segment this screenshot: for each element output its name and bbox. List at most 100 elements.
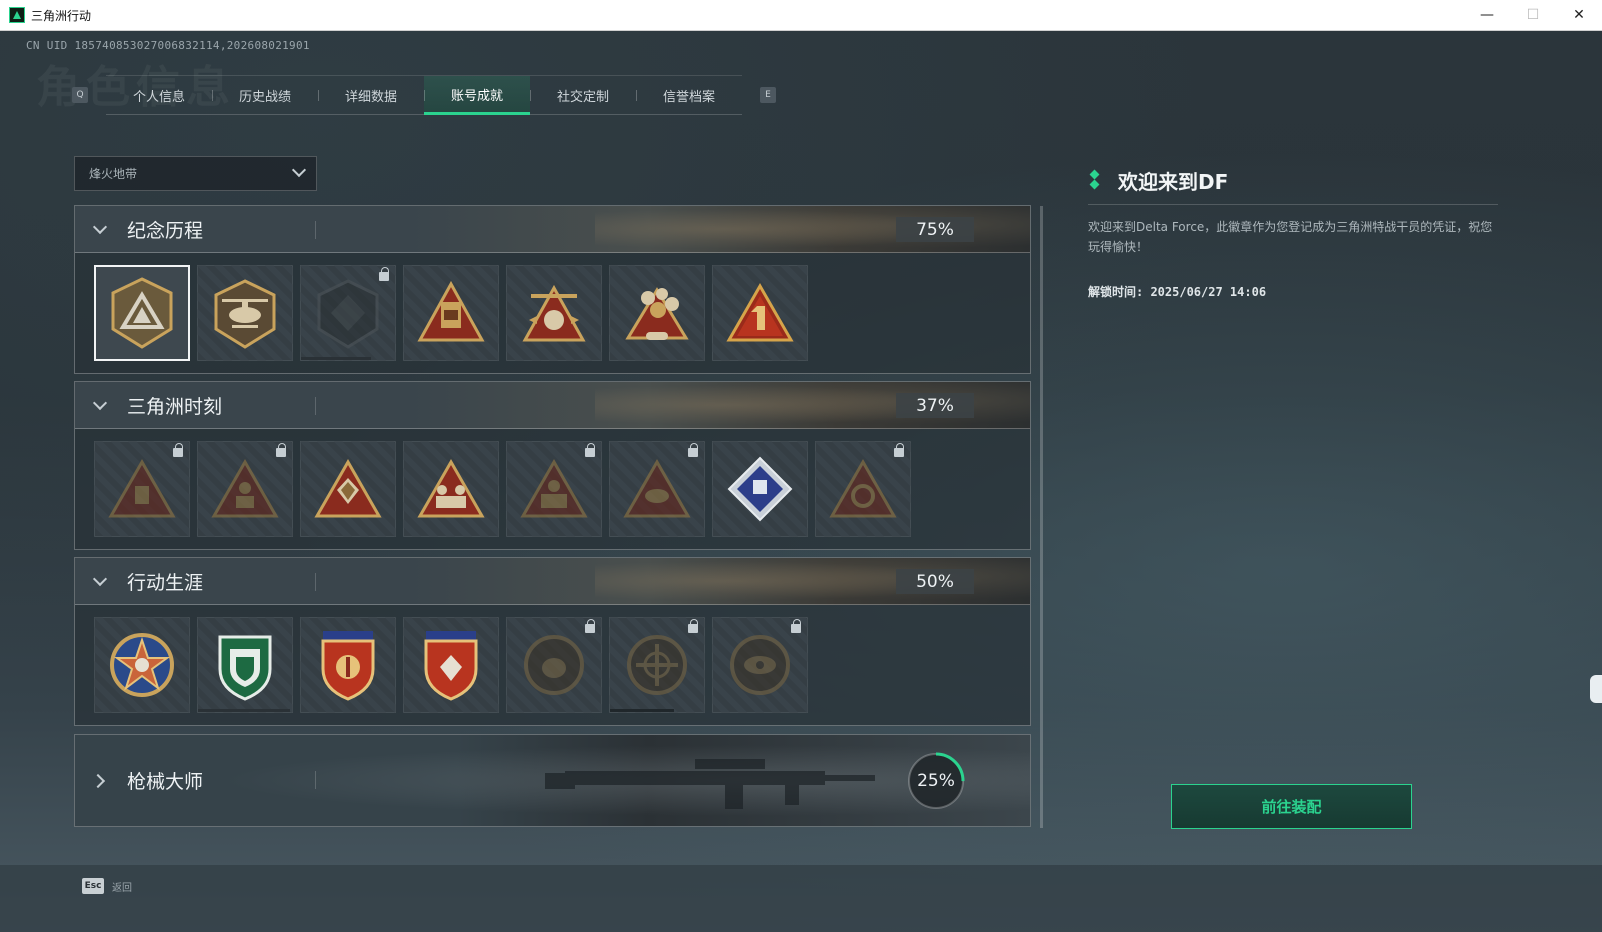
badge-crosshair-medal[interactable] [609, 617, 705, 713]
collapse-toggle[interactable] [75, 206, 125, 252]
badge-squad[interactable] [403, 441, 499, 537]
category-title: 枪械大师 [127, 771, 204, 793]
badge-s5[interactable] [506, 265, 602, 361]
soldier-triangle-badge-icon [211, 458, 279, 518]
category-progress: 25% [917, 771, 955, 791]
crystal-triangle-badge-icon [314, 458, 382, 518]
category-progress: 37% [896, 393, 974, 418]
tab-personal-info[interactable]: 个人信息 [106, 76, 212, 114]
minimize-button[interactable]: — [1464, 0, 1510, 31]
window-titlebar: 三角洲行动 — ☐ ✕ [0, 0, 1602, 31]
progress-bar [198, 709, 290, 712]
maximize-button[interactable]: ☐ [1510, 0, 1556, 31]
mode-select[interactable]: 烽火地带 [74, 156, 317, 191]
category-header[interactable]: 三角洲时刻 37% [75, 382, 1030, 429]
chevron-down-icon [92, 571, 108, 586]
badge-fish[interactable] [609, 441, 705, 537]
category-progress: 75% [896, 217, 974, 242]
badge-crystal[interactable] [300, 441, 396, 537]
uid-label: CN UID 1857408530270068321​14,2026080219… [26, 39, 310, 52]
badge-number-one[interactable] [712, 265, 808, 361]
badge-dark-emblem[interactable] [300, 265, 396, 361]
collapse-toggle[interactable] [75, 382, 125, 428]
expand-toggle[interactable] [75, 757, 125, 804]
badge-detail-description: 欢迎来到Delta Force，此徽章作为您登记成为三角洲特战干员的凭证，祝您玩… [1088, 220, 1493, 254]
badge-medic[interactable] [506, 441, 602, 537]
window-title: 三角洲行动 [31, 8, 92, 23]
lock-icon [379, 267, 389, 281]
divider [1088, 204, 1498, 205]
next-tab-key-hint[interactable]: E [760, 87, 776, 103]
category-delta-moments: 三角洲时刻 37% [74, 381, 1031, 550]
category-header[interactable]: 行动生涯 50% [75, 558, 1030, 605]
badge-snake[interactable] [815, 441, 911, 537]
star-medal-badge-icon [110, 633, 174, 697]
diamond-marker-icon [1088, 169, 1102, 191]
chevron-down-icon [92, 395, 108, 410]
helicopter-badge-icon [214, 279, 276, 349]
fish-triangle-badge-icon [623, 458, 691, 518]
badge-blue-diamond[interactable] [712, 441, 808, 537]
go-equip-button[interactable]: 前往装配 [1171, 784, 1412, 829]
back-hint[interactable]: Esc 返回 [82, 878, 132, 894]
back-label: 返回 [112, 882, 132, 894]
app-logo-icon [9, 7, 25, 23]
chevron-right-icon [90, 773, 106, 788]
red-shield-badge-icon [321, 631, 375, 701]
badge-star-medal[interactable] [94, 617, 190, 713]
badge-delta-logo[interactable] [94, 265, 190, 361]
tab-achievements[interactable]: 账号成就 [424, 76, 530, 115]
badge-soldier[interactable] [197, 441, 293, 537]
badge-red-shield[interactable] [300, 617, 396, 713]
divider [315, 771, 316, 789]
prev-tab-key-hint[interactable]: Q [72, 87, 88, 103]
collapse-toggle[interactable] [75, 558, 125, 604]
badge-helicopter[interactable] [197, 265, 293, 361]
eye-medal-badge-icon [730, 635, 790, 695]
chevron-down-icon [291, 162, 307, 178]
category-header[interactable]: 枪械大师 25% [75, 735, 1030, 826]
badge-circle-medal[interactable] [506, 617, 602, 713]
lock-icon [173, 443, 183, 457]
number-one-badge-icon [726, 282, 794, 342]
badge-row [75, 605, 1030, 725]
tab-detailed-stats[interactable]: 详细数据 [318, 76, 424, 114]
lock-icon [791, 619, 801, 633]
badge-s7[interactable] [403, 265, 499, 361]
category-header[interactable]: 纪念历程 75% [75, 206, 1030, 253]
lock-icon [688, 443, 698, 457]
lock-icon [585, 619, 595, 633]
category-title: 行动生涯 [127, 571, 204, 594]
tab-match-history[interactable]: 历史战绩 [212, 76, 318, 114]
badge-detail-panel: 欢迎来到DF 欢迎来到Delta Force，此徽章作为您登记成为三角洲特战干员… [1088, 166, 1498, 300]
badge-row [75, 253, 1030, 373]
category-progress: 50% [896, 569, 974, 594]
tab-social-custom[interactable]: 社交定制 [530, 76, 636, 114]
squad-triangle-badge-icon [417, 458, 485, 518]
scrollbar[interactable] [1040, 206, 1043, 828]
medic-triangle-badge-icon [520, 458, 588, 518]
bottom-bar [0, 865, 1602, 932]
dark-emblem-badge-icon [317, 279, 379, 349]
crate-triangle-badge-icon [108, 458, 176, 518]
circle-medal-badge-icon [524, 635, 584, 695]
badge-green-shield[interactable] [197, 617, 293, 713]
tab-credit-record[interactable]: 信誉档案 [636, 76, 742, 114]
delta-logo-badge-icon [111, 277, 173, 349]
esc-key-icon: Esc [82, 878, 104, 894]
badge-crate[interactable] [94, 441, 190, 537]
lock-icon [585, 443, 595, 457]
badge-row [75, 429, 1030, 549]
badge-red-shield-gem[interactable] [403, 617, 499, 713]
close-button[interactable]: ✕ [1556, 0, 1602, 31]
tab-bar: Q 个人信息 历史战绩 详细数据 账号成就 社交定制 信誉档案 E [72, 75, 776, 115]
chevron-down-icon [92, 219, 108, 234]
category-weapon-master: 枪械大师 25% [74, 734, 1031, 827]
badge-eye-medal[interactable] [712, 617, 808, 713]
side-panel-handle[interactable] [1590, 675, 1602, 703]
lock-icon [894, 443, 904, 457]
divider [315, 221, 316, 239]
badge-s10[interactable] [609, 265, 705, 361]
crosshair-medal-badge-icon [627, 635, 687, 695]
category-title: 三角洲时刻 [127, 395, 223, 418]
